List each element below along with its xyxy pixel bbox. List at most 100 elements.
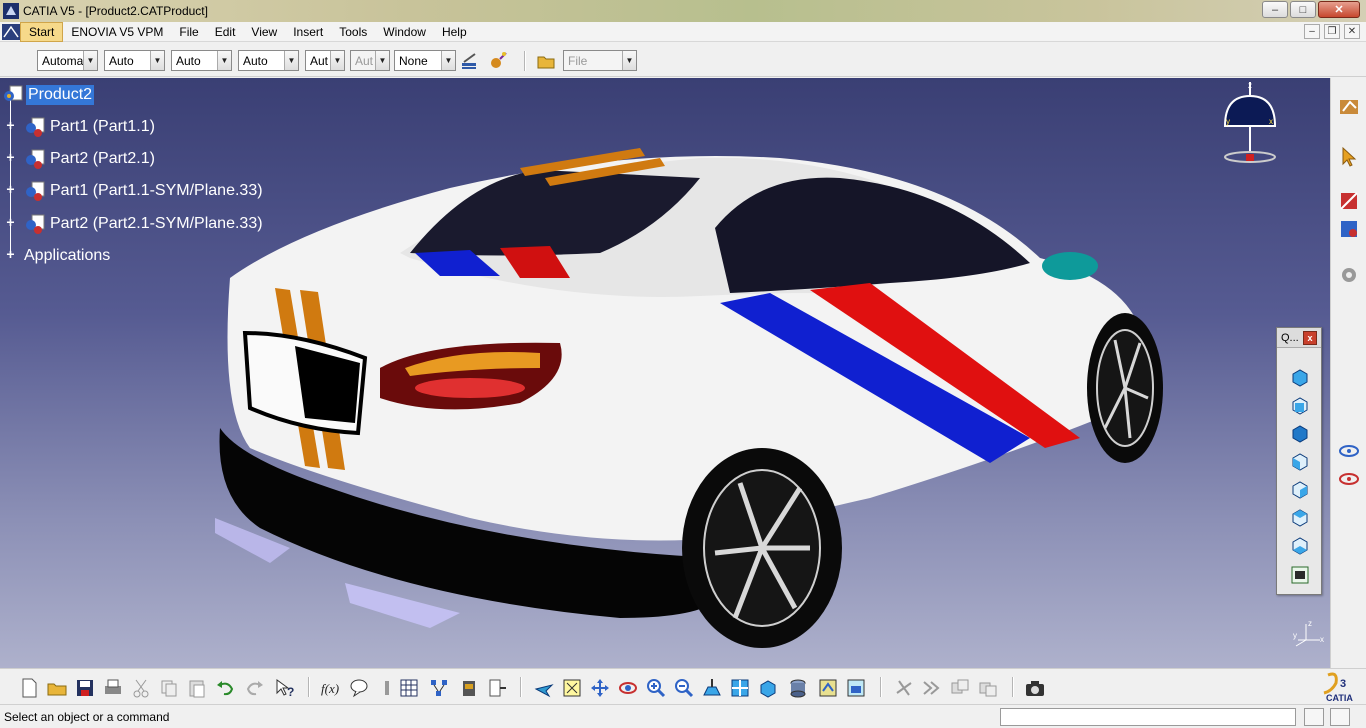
minimize-button[interactable]: – — [1262, 1, 1288, 18]
copy-icon[interactable] — [158, 677, 180, 699]
quick-view-icon[interactable] — [757, 677, 779, 699]
formula-icon[interactable]: f(x) — [320, 677, 342, 699]
rendering-dropdown[interactable]: Aut ▼ — [350, 50, 390, 71]
tree-node-label[interactable]: Part1 (Part1.1-SYM/Plane.33) — [48, 181, 265, 201]
tree-node-part2-sym[interactable]: Part2 (Part2.1-SYM/Plane.33) — [24, 213, 265, 235]
menu-edit[interactable]: Edit — [207, 22, 244, 42]
format-painter-icon[interactable] — [460, 51, 480, 71]
maximize-button[interactable]: □ — [1290, 1, 1316, 18]
print-icon[interactable] — [102, 677, 124, 699]
3d-viewport[interactable]: Product2 + Part1 (Part1.1) + Part2 (Part… — [0, 78, 1330, 668]
multi-view-icon[interactable] — [729, 677, 751, 699]
open-folder-icon[interactable] — [536, 51, 556, 71]
zoom-in-icon[interactable] — [645, 677, 667, 699]
right-view-icon[interactable] — [1289, 478, 1311, 500]
fly-mode-icon[interactable] — [533, 677, 555, 699]
catia-menu-icon[interactable] — [2, 23, 20, 40]
apply-material-icon[interactable] — [488, 51, 508, 71]
swap-space-icon[interactable] — [845, 677, 867, 699]
new-file-icon[interactable] — [18, 677, 40, 699]
expand-icon[interactable]: + — [5, 215, 16, 229]
tree-node-label[interactable]: Part2 (Part2.1-SYM/Plane.33) — [48, 214, 265, 234]
measure-between-icon[interactable] — [893, 677, 915, 699]
cut-icon[interactable] — [130, 677, 152, 699]
measure-item-icon[interactable] — [921, 677, 943, 699]
close-button[interactable]: ✕ — [1318, 1, 1360, 18]
fit-all-icon[interactable] — [561, 677, 583, 699]
graph-icon[interactable] — [428, 677, 450, 699]
menu-view[interactable]: View — [243, 22, 285, 42]
expand-icon[interactable]: + — [5, 247, 16, 261]
point-type-dropdown[interactable]: Aut ▼ — [305, 50, 345, 71]
close-icon[interactable]: x — [1303, 331, 1317, 345]
doc-restore-button[interactable]: ❐ — [1324, 24, 1340, 39]
lamp-icon[interactable] — [376, 677, 398, 699]
doc-close-button[interactable]: ✕ — [1344, 24, 1360, 39]
menu-window[interactable]: Window — [375, 22, 434, 42]
select-arrow-icon[interactable] — [1338, 146, 1360, 168]
layer-dropdown[interactable]: None ▼ — [394, 50, 456, 71]
menu-enovia[interactable]: ENOVIA V5 VPM — [63, 22, 171, 42]
bottom-view-icon[interactable] — [1289, 534, 1311, 556]
doc-minimize-button[interactable]: – — [1304, 24, 1320, 39]
command-list-button[interactable] — [1330, 708, 1350, 726]
line-thickness-dropdown[interactable]: Auto ▼ — [171, 50, 232, 71]
table-icon[interactable] — [398, 677, 420, 699]
menu-help[interactable]: Help — [434, 22, 475, 42]
tree-node-label[interactable]: Part2 (Part2.1) — [48, 149, 157, 169]
tree-node-label[interactable]: Part1 (Part1.1) — [48, 117, 157, 137]
compass-icon[interactable]: z x y — [1215, 78, 1285, 168]
back-view-icon[interactable] — [1289, 422, 1311, 444]
knowledge-advisor-icon[interactable] — [348, 677, 370, 699]
file-dropdown[interactable]: File ▼ — [563, 50, 637, 71]
front-view-icon[interactable] — [1289, 394, 1311, 416]
tree-root-label[interactable]: Product2 — [26, 85, 95, 105]
undo-icon[interactable] — [214, 677, 236, 699]
expand-icon[interactable]: + — [5, 182, 16, 196]
hide-show-icon[interactable] — [1338, 440, 1360, 462]
left-view-icon[interactable] — [1289, 450, 1311, 472]
redo-icon[interactable] — [244, 677, 266, 699]
constraints-icon[interactable] — [1338, 264, 1360, 286]
tree-node-applications[interactable]: Applications — [22, 246, 112, 266]
command-apply-button[interactable] — [1304, 708, 1324, 726]
transparency-dropdown[interactable]: Auto ▼ — [104, 50, 165, 71]
capture-camera-icon[interactable] — [1024, 677, 1046, 699]
whats-this-icon[interactable]: ? — [274, 677, 296, 699]
tree-node-part1[interactable]: Part1 (Part1.1) — [24, 116, 157, 138]
product-structure-icon[interactable] — [1338, 218, 1360, 240]
tree-root[interactable]: Product2 — [2, 84, 95, 106]
save-icon[interactable] — [74, 677, 96, 699]
isometric-view-icon[interactable] — [1289, 366, 1311, 388]
paste-icon[interactable] — [186, 677, 208, 699]
clash-icon[interactable] — [949, 677, 971, 699]
hide-show-toggle-icon[interactable] — [817, 677, 839, 699]
publication-icon[interactable] — [486, 677, 508, 699]
tree-node-part1-sym[interactable]: Part1 (Part1.1-SYM/Plane.33) — [24, 180, 265, 202]
expand-icon[interactable]: + — [5, 150, 16, 164]
top-view-icon[interactable] — [1289, 506, 1311, 528]
color-dropdown[interactable]: Automa ▼ — [37, 50, 98, 71]
zoom-out-icon[interactable] — [673, 677, 695, 699]
menu-file[interactable]: File — [171, 22, 206, 42]
pan-icon[interactable] — [589, 677, 611, 699]
tree-node-label[interactable]: Applications — [22, 246, 112, 266]
swap-visible-space-icon[interactable] — [1338, 468, 1360, 490]
sectioning-icon[interactable] — [977, 677, 999, 699]
expand-icon[interactable]: + — [5, 118, 16, 132]
named-views-icon[interactable] — [1289, 564, 1311, 586]
catia-app-icon[interactable] — [3, 3, 19, 19]
sketch-icon[interactable] — [1338, 96, 1360, 118]
tree-node-part2[interactable]: Part2 (Part2.1) — [24, 148, 157, 170]
space-analysis-icon[interactable] — [1338, 190, 1360, 212]
render-style-icon[interactable] — [787, 677, 809, 699]
menu-insert[interactable]: Insert — [285, 22, 331, 42]
open-folder-icon[interactable] — [46, 677, 68, 699]
menu-tools[interactable]: Tools — [331, 22, 375, 42]
command-input[interactable] — [1000, 708, 1296, 726]
normal-view-icon[interactable] — [701, 677, 723, 699]
rotate-icon[interactable] — [617, 677, 639, 699]
menu-start[interactable]: Start — [20, 21, 64, 42]
catalog-icon[interactable] — [458, 677, 480, 699]
line-type-dropdown[interactable]: Auto ▼ — [238, 50, 299, 71]
